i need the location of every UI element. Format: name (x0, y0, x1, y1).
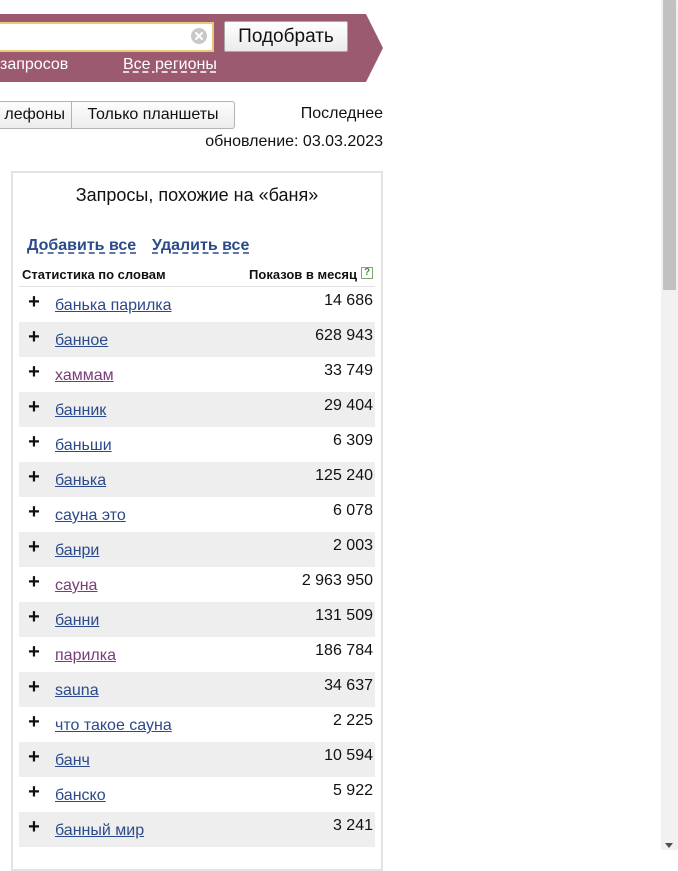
query-count: 3 241 (332, 817, 373, 834)
query-list: + банька парилка 14 686 + банное 628 943 + хамм… (19, 287, 375, 847)
query-row: + банч 10 594 (19, 742, 375, 777)
query-row: + что такое сауна 2 225 (19, 707, 375, 742)
column-header-words: Статистика по словам (22, 267, 166, 282)
query-row: + sauna 34 637 (19, 672, 375, 707)
query-word-link[interactable]: банька (55, 472, 106, 490)
query-word-link[interactable]: sauna (55, 682, 99, 700)
search-input[interactable] (0, 22, 214, 52)
help-icon[interactable]: ? (361, 267, 373, 279)
query-row: + сауна 2 963 950 (19, 567, 375, 602)
query-word-link[interactable]: баньши (55, 437, 112, 455)
query-row: + банька парилка 14 686 (19, 287, 375, 322)
query-word-link[interactable]: банско (55, 787, 106, 805)
plus-icon[interactable]: + (27, 362, 41, 382)
plus-icon[interactable]: + (27, 572, 41, 592)
query-word-link[interactable]: банное (55, 332, 108, 350)
plus-icon[interactable]: + (27, 677, 41, 697)
query-count: 6 309 (332, 432, 373, 449)
scroll-down-arrow-icon[interactable] (665, 843, 673, 848)
plus-icon[interactable]: + (27, 292, 41, 312)
query-count: 628 943 (315, 327, 373, 344)
column-header-shows: Показов в месяц (249, 267, 357, 282)
plus-icon[interactable]: + (27, 607, 41, 627)
query-word-link[interactable]: банч (55, 752, 90, 770)
query-word-link[interactable]: банри (55, 542, 99, 560)
query-count: 33 749 (324, 362, 373, 379)
query-word-link[interactable]: банни (55, 612, 99, 630)
query-count: 125 240 (315, 467, 373, 484)
query-count: 34 637 (324, 677, 373, 694)
query-count: 6 078 (332, 502, 373, 519)
query-word-link[interactable]: банный мир (55, 822, 144, 840)
query-count: 10 594 (324, 747, 373, 764)
query-word-link[interactable]: банник (55, 402, 106, 420)
plus-icon[interactable]: + (27, 712, 41, 732)
query-row: + парилка 186 784 (19, 637, 375, 672)
query-word-link[interactable]: банька парилка (55, 297, 172, 315)
query-row: + банька 125 240 (19, 462, 375, 497)
plus-icon[interactable]: + (27, 782, 41, 802)
plus-icon[interactable]: + (27, 642, 41, 662)
pick-button[interactable]: Подобрать (224, 21, 348, 52)
query-count: 131 509 (315, 607, 373, 624)
query-word-link[interactable]: что такое сауна (55, 717, 172, 735)
plus-icon[interactable]: + (27, 467, 41, 487)
panel-title: Запросы, похожие на «баня» (75, 185, 319, 205)
search-band-arrow (366, 14, 383, 82)
query-count: 2 963 950 (301, 572, 373, 589)
similar-queries-panel: Запросы, похожие на «баня» Добавить все … (11, 171, 383, 871)
query-row: + банско 5 922 (19, 777, 375, 812)
regions-link[interactable]: Все регионы (123, 55, 217, 75)
query-count: 2 003 (332, 537, 373, 554)
add-all-link[interactable]: Добавить все (27, 237, 136, 255)
query-row: + сауна это 6 078 (19, 497, 375, 532)
query-row: + банни 131 509 (19, 602, 375, 637)
plus-icon[interactable]: + (27, 817, 41, 837)
query-count: 14 686 (324, 292, 373, 309)
query-count: 2 225 (332, 712, 373, 729)
query-count: 186 784 (315, 642, 373, 659)
last-update-label: Последнее (300, 105, 383, 122)
plus-icon[interactable]: + (27, 537, 41, 557)
query-row: + банник 29 404 (19, 392, 375, 427)
plus-icon[interactable]: + (27, 327, 41, 347)
query-row: + банное 628 943 (19, 322, 375, 357)
scrollbar-thumb[interactable] (663, 0, 676, 290)
query-row: + банный мир 3 241 (19, 812, 375, 847)
phones-only-button[interactable]: лефоны (0, 101, 72, 129)
query-count: 5 922 (332, 782, 373, 799)
last-update-date: обновление: 03.03.2023 (205, 133, 383, 150)
plus-icon[interactable]: + (27, 397, 41, 417)
remove-all-link[interactable]: Удалить все (152, 237, 249, 255)
queries-link[interactable]: запросов (0, 55, 68, 75)
query-word-link[interactable]: сауна это (55, 507, 126, 525)
plus-icon[interactable]: + (27, 502, 41, 522)
plus-icon[interactable]: + (27, 747, 41, 767)
query-word-link[interactable]: хаммам (55, 367, 114, 385)
query-row: + хаммам 33 749 (19, 357, 375, 392)
query-count: 29 404 (324, 397, 373, 414)
query-row: + банри 2 003 (19, 532, 375, 567)
query-word-link[interactable]: сауна (55, 577, 97, 595)
scrollbar[interactable] (661, 0, 678, 850)
query-row: + баньши 6 309 (19, 427, 375, 462)
tablets-only-button[interactable]: Только планшеты (71, 101, 235, 129)
clear-icon[interactable] (190, 27, 208, 45)
query-word-link[interactable]: парилка (55, 647, 116, 665)
plus-icon[interactable]: + (27, 432, 41, 452)
